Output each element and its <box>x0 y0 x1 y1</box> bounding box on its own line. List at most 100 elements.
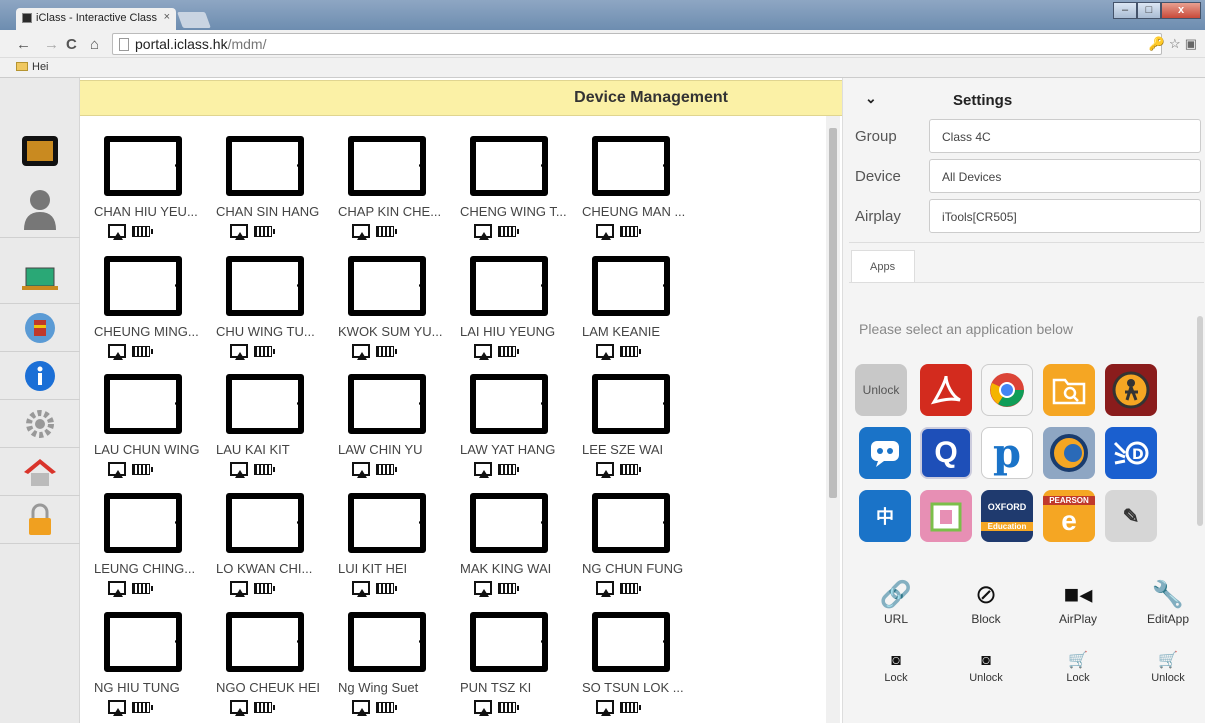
maximize-button[interactable]: □ <box>1137 2 1161 19</box>
device-tile[interactable]: CHU WING TU... <box>216 236 338 360</box>
airplay-icon[interactable] <box>230 700 248 716</box>
grid-scrollbar[interactable] <box>826 116 840 723</box>
device-tile[interactable]: MAK KING WAI <box>460 473 582 597</box>
device-tile[interactable]: NG CHUN FUNG <box>582 473 704 597</box>
device-tile[interactable]: LEE SZE WAI <box>582 354 704 478</box>
device-tile[interactable]: LO KWAN CHI... <box>216 473 338 597</box>
browser-titlebar: iClass - Interactive Class × – □ x <box>0 0 1205 30</box>
device-tile[interactable]: PUN TSZ KI <box>460 592 582 716</box>
explorer-app-icon[interactable] <box>1105 364 1157 416</box>
forward-icon[interactable]: → <box>44 36 59 53</box>
divider <box>849 282 1204 283</box>
device-tile[interactable]: KWOK SUM YU... <box>338 236 460 360</box>
tablet-icon <box>592 374 670 434</box>
device-tile[interactable]: NGO CHEUK HEI <box>216 592 338 716</box>
tablet-icon <box>592 493 670 553</box>
pearson-app-icon[interactable]: PEARSON e <box>1043 490 1095 542</box>
tab-apps[interactable]: Apps <box>851 250 915 282</box>
device-select[interactable]: All Devices <box>929 159 1201 193</box>
device-grid: CHAN HIU YEU... CHAN SIN HANG CHAP KIN C… <box>80 116 825 723</box>
device-tile[interactable]: LUI KIT HEI <box>338 473 460 597</box>
divider <box>849 242 1204 243</box>
device-name: LAU CHUN WING <box>94 442 200 457</box>
home-icon[interactable]: ⌂ <box>90 36 99 53</box>
sidebar-item-devices[interactable] <box>0 256 80 304</box>
sidebar-item-home[interactable] <box>0 448 80 496</box>
device-name: LAI HIU YEUNG <box>460 324 556 339</box>
sidebar-item-lock[interactable] <box>0 496 80 544</box>
tab-close-icon[interactable]: × <box>164 11 170 23</box>
device-tile[interactable]: CHAN HIU YEU... <box>94 116 216 240</box>
block-label: Block <box>971 612 1001 626</box>
airplay-icon[interactable] <box>352 700 370 716</box>
device-tile[interactable]: SO TSUN LOK ... <box>582 592 704 716</box>
sidebar-item-screen[interactable] <box>0 124 80 180</box>
device-tile[interactable]: LAW YAT HANG <box>460 354 582 478</box>
sidebar-item-library[interactable] <box>0 304 80 352</box>
unlock-tile[interactable]: Unlock <box>855 364 907 416</box>
oxford-app-icon[interactable]: OXFORD Education <box>981 490 1033 542</box>
chevron-down-icon[interactable]: ⌄ <box>865 90 877 107</box>
airplay-button[interactable]: ■◂ AirPlay <box>1043 576 1113 626</box>
tablet-icon <box>470 612 548 672</box>
camera-icon: ◙ <box>981 652 991 669</box>
device-tile[interactable]: NG HIU TUNG <box>94 592 216 716</box>
tablet-icon <box>104 374 182 434</box>
device-tile[interactable]: CHAN SIN HANG <box>216 116 338 240</box>
sidebar-item-profile[interactable] <box>0 178 80 238</box>
airplay-icon[interactable] <box>108 700 126 716</box>
group-select[interactable]: Class 4C <box>929 119 1201 153</box>
device-tile[interactable]: CHAP KIN CHE... <box>338 116 460 240</box>
minimize-button[interactable]: – <box>1113 2 1137 19</box>
sound-app-icon[interactable] <box>1043 427 1095 479</box>
bookmark-folder[interactable]: Hei <box>16 61 49 73</box>
panel-scrollbar[interactable] <box>1197 316 1203 526</box>
presentation-app-icon[interactable]: p <box>981 427 1033 479</box>
battery-icon <box>132 225 153 237</box>
camera-lock-button[interactable]: ◙ Lock <box>861 650 931 684</box>
device-tile[interactable]: Ng Wing Suet <box>338 592 460 716</box>
display-note-app-icon[interactable]: D <box>1105 427 1157 479</box>
browser-tab[interactable]: iClass - Interactive Class × <box>16 8 176 30</box>
unlock-label: Unlock <box>969 672 1003 684</box>
device-tile[interactable]: LAI HIU YEUNG <box>460 236 582 360</box>
camera-unlock-button[interactable]: ◙ Unlock <box>951 650 1021 684</box>
device-tile[interactable]: CHEUNG MING... <box>94 236 216 360</box>
file-search-app-icon[interactable] <box>1043 364 1095 416</box>
chat-app-icon[interactable] <box>859 427 911 479</box>
editapp-button[interactable]: 🔧 EditApp <box>1133 576 1203 626</box>
device-tile[interactable]: LAU KAI KIT <box>216 354 338 478</box>
block-button[interactable]: ⊘ Block <box>951 576 1021 626</box>
airplay-icon[interactable] <box>596 700 614 716</box>
airplay-icon[interactable] <box>474 700 492 716</box>
quiz-app-icon[interactable]: Q <box>920 427 972 479</box>
store-unlock-button[interactable]: 🛒 Unlock <box>1133 650 1203 684</box>
battery-icon <box>376 225 397 237</box>
device-tile[interactable]: LAW CHIN YU <box>338 354 460 478</box>
header-bar: Device Management <box>80 80 842 116</box>
url-button[interactable]: 🔗 URL <box>861 576 931 626</box>
acrobat-app-icon[interactable] <box>920 364 972 416</box>
store-lock-button[interactable]: 🛒 Lock <box>1043 650 1113 684</box>
chrome-app-icon[interactable] <box>981 364 1033 416</box>
airplay-select[interactable]: iTools[CR505] <box>929 199 1201 233</box>
close-window-button[interactable]: x <box>1161 2 1201 19</box>
reading-app-icon[interactable] <box>920 490 972 542</box>
scroll-thumb[interactable] <box>829 128 837 498</box>
device-tile[interactable]: CHENG WING T... <box>460 116 582 240</box>
video-camera-icon: ■◂ <box>1063 579 1093 609</box>
device-tile[interactable]: LAM KEANIE <box>582 236 704 360</box>
new-tab-button[interactable] <box>177 12 211 28</box>
sidebar-item-settings[interactable] <box>0 400 80 448</box>
sidebar-item-info[interactable] <box>0 352 80 400</box>
back-icon[interactable]: ← <box>16 36 31 53</box>
pin-icon[interactable]: ✎ <box>1105 490 1157 542</box>
toolbar-extension-icons[interactable]: 🔑☆▣ <box>1149 36 1201 52</box>
chinese-dict-app-icon[interactable]: 中 <box>859 490 911 542</box>
device-name: MAK KING WAI <box>460 561 552 576</box>
device-tile[interactable]: CHEUNG MAN ... <box>582 116 704 240</box>
device-tile[interactable]: LAU CHUN WING <box>94 354 216 478</box>
device-tile[interactable]: LEUNG CHING... <box>94 473 216 597</box>
reload-icon[interactable]: C <box>66 36 77 53</box>
address-bar[interactable]: portal.iclass.hk/mdm/ <box>112 33 1162 55</box>
